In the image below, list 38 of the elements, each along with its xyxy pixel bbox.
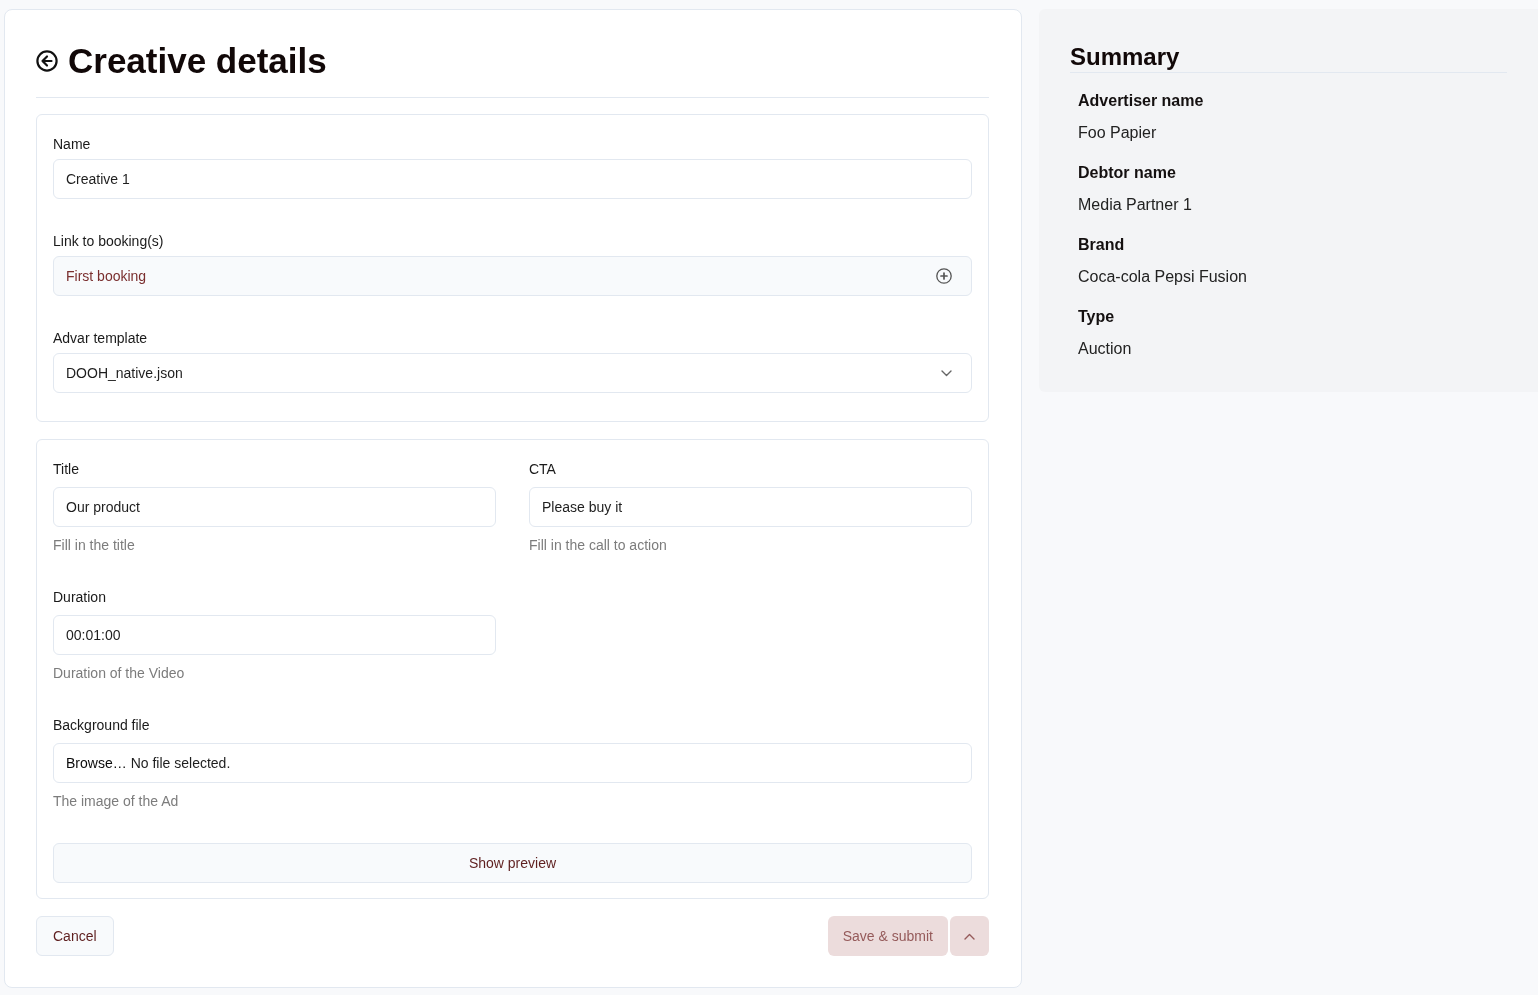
page-title: Creative details xyxy=(68,40,327,82)
field-hint: Fill in the call to action xyxy=(529,536,667,555)
select-value: DOOH_native.json xyxy=(66,365,183,381)
field-label: Link to booking(s) xyxy=(53,232,164,251)
text-input[interactable]: Please buy it xyxy=(529,487,972,527)
field-label: Advar template xyxy=(53,329,148,348)
field-hint: The image of the Ad xyxy=(53,792,179,811)
field-hint: Fill in the title xyxy=(53,536,135,555)
summary-value: Foo Papier xyxy=(1078,123,1157,143)
summary-value: Auction xyxy=(1078,339,1132,359)
booking-picker[interactable]: First booking xyxy=(53,256,972,296)
file-status-text: No file selected. xyxy=(130,755,231,771)
text-input[interactable]: 00:01:00 xyxy=(53,615,496,655)
summary-label: Debtor name xyxy=(1078,163,1176,183)
template-select[interactable]: DOOH_native.json xyxy=(53,353,972,393)
field-label: Name xyxy=(53,135,91,154)
summary-value: Coca-cola Pepsi Fusion xyxy=(1078,267,1247,287)
cancel-button[interactable]: Cancel xyxy=(36,916,114,956)
field-hint: Duration of the Video xyxy=(53,664,185,683)
field-label: CTA xyxy=(529,460,556,479)
summary-label: Advertiser name xyxy=(1078,91,1204,111)
booking-link[interactable]: First booking xyxy=(66,268,147,284)
file-input[interactable]: Browse… No file selected. xyxy=(53,743,972,783)
back-icon[interactable] xyxy=(36,50,58,72)
chevron-up-icon xyxy=(964,932,975,940)
browse-button[interactable]: Browse… xyxy=(66,755,127,771)
summary-title: Summary xyxy=(1070,42,1180,72)
field-label: Title xyxy=(53,460,79,479)
field-label: Duration xyxy=(53,588,106,607)
summary-label: Type xyxy=(1078,307,1115,327)
summary-value: Media Partner 1 xyxy=(1078,195,1192,215)
text-input[interactable]: Our product xyxy=(53,487,496,527)
show-preview-button[interactable]: Show preview xyxy=(53,843,972,883)
summary-label: Brand xyxy=(1078,235,1125,255)
field-label: Background file xyxy=(53,716,150,735)
text-input[interactable]: Creative 1 xyxy=(53,159,972,199)
chevron-down-icon xyxy=(941,369,952,377)
add-circle-icon[interactable] xyxy=(936,268,952,284)
